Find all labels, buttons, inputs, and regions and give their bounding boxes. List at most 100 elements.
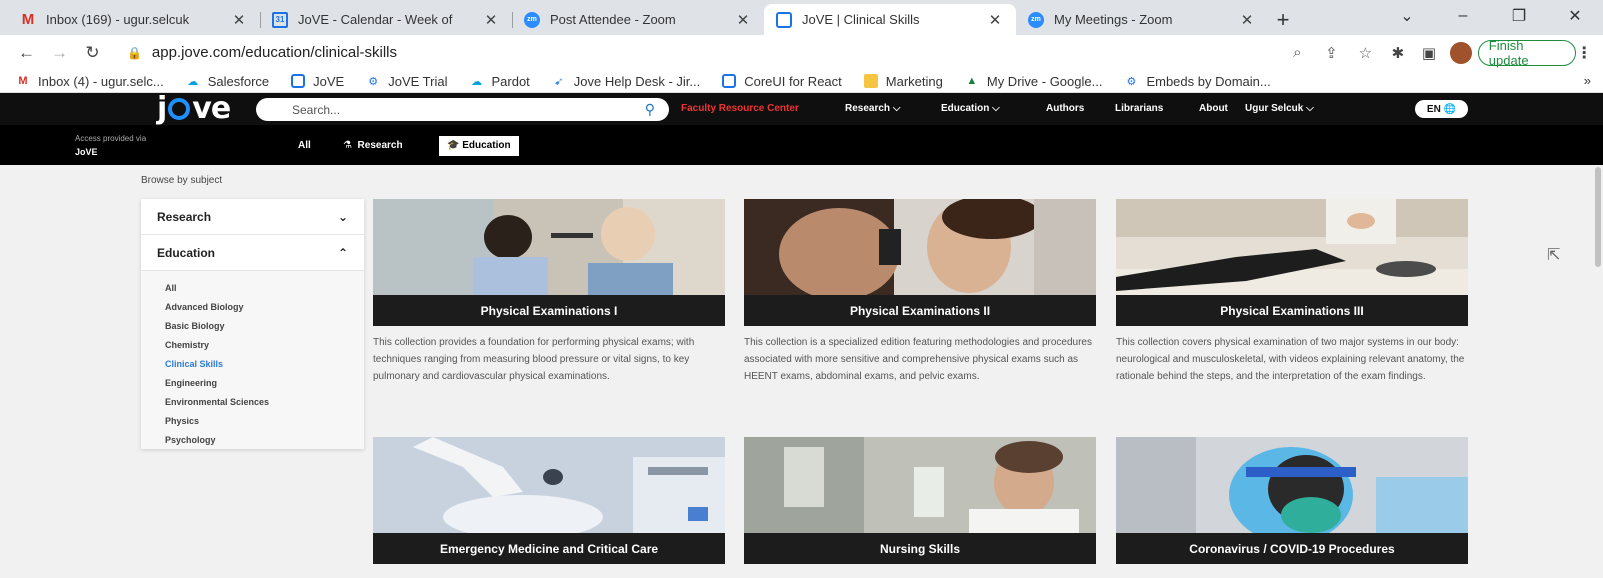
close-window-icon[interactable]: ✕	[1547, 0, 1603, 32]
gear-icon: ⚙	[1126, 75, 1137, 88]
share-icon[interactable]: ⇪	[1314, 44, 1348, 62]
chevron-down-icon: ⌵	[992, 103, 1000, 114]
card-thumbnail[interactable]	[744, 437, 1096, 533]
nav-label: Research	[845, 103, 891, 114]
card-title[interactable]: Physical Examinations I	[373, 295, 725, 326]
mouse-cursor-icon: ⇱	[1547, 247, 1561, 264]
subject-clinical-skills[interactable]: Clinical Skills	[165, 355, 364, 374]
bookmark-label: Jove Help Desk - Jir...	[573, 73, 701, 89]
tab-all[interactable]: All	[290, 136, 319, 156]
nav-about[interactable]: About	[1199, 93, 1228, 125]
card-title[interactable]: Physical Examinations II	[744, 295, 1096, 326]
tab-research[interactable]: ⚗ Research	[335, 136, 411, 156]
bookmark-jove[interactable]: JoVE	[291, 74, 344, 89]
browser-tab-calendar[interactable]: 31 JoVE - Calendar - Week of ✕	[260, 4, 512, 35]
browser-tab-jove[interactable]: JoVE | Clinical Skills ✕	[764, 4, 1016, 35]
subject-engineering[interactable]: Engineering	[165, 374, 364, 393]
accordion-research[interactable]: Research ⌄	[141, 199, 364, 235]
language-button[interactable]: EN 🌐	[1415, 100, 1468, 118]
card-thumbnail[interactable]	[373, 437, 725, 533]
access-org: JoVE	[75, 147, 98, 157]
card-title[interactable]: Coronavirus / COVID-19 Procedures	[1116, 533, 1468, 564]
procedure-photo	[373, 437, 725, 533]
subject-environmental-sciences[interactable]: Environmental Sciences	[165, 393, 364, 412]
search-icon[interactable]: ⚲	[645, 101, 655, 118]
subject-all[interactable]: All	[165, 279, 364, 298]
profile-avatar[interactable]	[1450, 41, 1472, 64]
exam-photo	[373, 199, 725, 295]
nav-authors[interactable]: Authors	[1046, 93, 1084, 125]
tab-education[interactable]: 🎓 Education	[439, 136, 519, 156]
close-icon[interactable]: ✕	[230, 11, 248, 29]
subject-chemistry[interactable]: Chemistry	[165, 336, 364, 355]
cloud-icon: ☁	[470, 75, 482, 88]
gmail-icon: M	[21, 11, 35, 28]
tab-title: My Meetings - Zoom	[1054, 12, 1173, 27]
bookmark-label: Marketing	[885, 73, 943, 89]
lock-icon[interactable]: 🔒	[127, 46, 142, 60]
user-menu[interactable]: Ugur Selcuk ⌵	[1245, 93, 1314, 125]
card-title[interactable]: Emergency Medicine and Critical Care	[373, 533, 725, 564]
extensions-icon[interactable]: ✱	[1382, 44, 1413, 62]
close-icon[interactable]: ✕	[482, 11, 500, 29]
subject-psychology[interactable]: Psychology	[165, 431, 364, 450]
faculty-resource-link[interactable]: Faculty Resource Center	[681, 93, 799, 125]
back-icon[interactable]: ←	[10, 43, 43, 63]
bookmark-marketing[interactable]: Marketing	[863, 73, 943, 89]
bookmark-help-desk[interactable]: ➹ Jove Help Desk - Jir...	[552, 74, 700, 89]
page-scrollbar[interactable]	[1593, 165, 1603, 578]
close-icon[interactable]: ✕	[1238, 11, 1256, 29]
jira-icon: ➹	[554, 75, 564, 88]
close-icon[interactable]: ✕	[986, 11, 1004, 29]
drive-icon: ▲	[966, 75, 978, 87]
nav-research[interactable]: Research ⌵	[845, 93, 900, 125]
browser-tab-zoom-attendee[interactable]: zm Post Attendee - Zoom ✕	[512, 4, 764, 35]
card-description: This collection provides a foundation fo…	[373, 337, 695, 382]
jove-icon	[291, 74, 306, 88]
reload-icon[interactable]: ↻	[76, 43, 109, 63]
minimize-icon[interactable]: –	[1435, 0, 1491, 32]
jove-logo[interactable]: j ve	[157, 93, 231, 125]
bookmarks-overflow-icon[interactable]: »	[1584, 73, 1591, 88]
card-thumbnail[interactable]	[1116, 437, 1468, 533]
tab-search-icon[interactable]: ⌄	[1379, 0, 1435, 32]
search-input[interactable]	[292, 102, 645, 117]
card-title[interactable]: Nursing Skills	[744, 533, 1096, 564]
accordion-education[interactable]: Education ⌃	[141, 235, 364, 271]
bookmark-embeds[interactable]: ⚙ Embeds by Domain...	[1124, 73, 1271, 89]
bookmark-label: CoreUI for React	[744, 73, 842, 89]
bookmark-jove-trial[interactable]: ⚙ JoVE Trial	[366, 74, 447, 89]
url-text[interactable]: app.jove.com/education/clinical-skills	[152, 44, 1280, 61]
bookmark-coreui[interactable]: CoreUI for React	[722, 74, 842, 89]
more-menu-icon[interactable]: ⋮	[1576, 43, 1593, 63]
restore-icon[interactable]: ❐	[1491, 0, 1547, 32]
bookmark-star-icon[interactable]: ☆	[1348, 44, 1382, 62]
bookmark-label: Embeds by Domain...	[1146, 73, 1271, 89]
browser-tab-zoom-meetings[interactable]: zm My Meetings - Zoom ✕	[1016, 4, 1268, 35]
subject-physics[interactable]: Physics	[165, 412, 364, 431]
scrollbar-thumb[interactable]	[1595, 167, 1601, 267]
card-thumbnail[interactable]	[373, 199, 725, 295]
subject-basic-biology[interactable]: Basic Biology	[165, 317, 364, 336]
forward-icon[interactable]: →	[43, 43, 76, 63]
nursing-photo	[744, 437, 1096, 533]
browser-tab-gmail[interactable]: M Inbox (169) - ugur.selcuk ✕	[8, 4, 260, 35]
bookmark-inbox[interactable]: M Inbox (4) - ugur.selc...	[16, 74, 163, 89]
nav-librarians[interactable]: Librarians	[1115, 93, 1163, 125]
subject-advanced-biology[interactable]: Advanced Biology	[165, 298, 364, 317]
card-thumbnail[interactable]	[744, 199, 1096, 295]
bookmark-my-drive[interactable]: ▲ My Drive - Google...	[965, 74, 1102, 89]
card-thumbnail[interactable]	[1116, 199, 1468, 295]
bookmark-salesforce[interactable]: ☁ Salesforce	[186, 74, 269, 89]
side-panel-icon[interactable]: ▣	[1413, 44, 1444, 62]
card-title[interactable]: Physical Examinations III	[1116, 295, 1468, 326]
finish-update-button[interactable]: Finish update	[1477, 38, 1576, 68]
graduation-cap-icon: 🎓	[447, 140, 460, 151]
address-bar[interactable]: 🔒 app.jove.com/education/clinical-skills…	[119, 39, 1382, 67]
zoom-magnifier-icon[interactable]: ⌕	[1280, 44, 1314, 61]
nav-education[interactable]: Education ⌵	[941, 93, 1000, 125]
new-tab-button[interactable]: +	[1268, 4, 1298, 35]
bookmark-pardot[interactable]: ☁ Pardot	[469, 74, 530, 89]
close-icon[interactable]: ✕	[734, 11, 752, 29]
site-search[interactable]: ⚲	[256, 98, 669, 121]
